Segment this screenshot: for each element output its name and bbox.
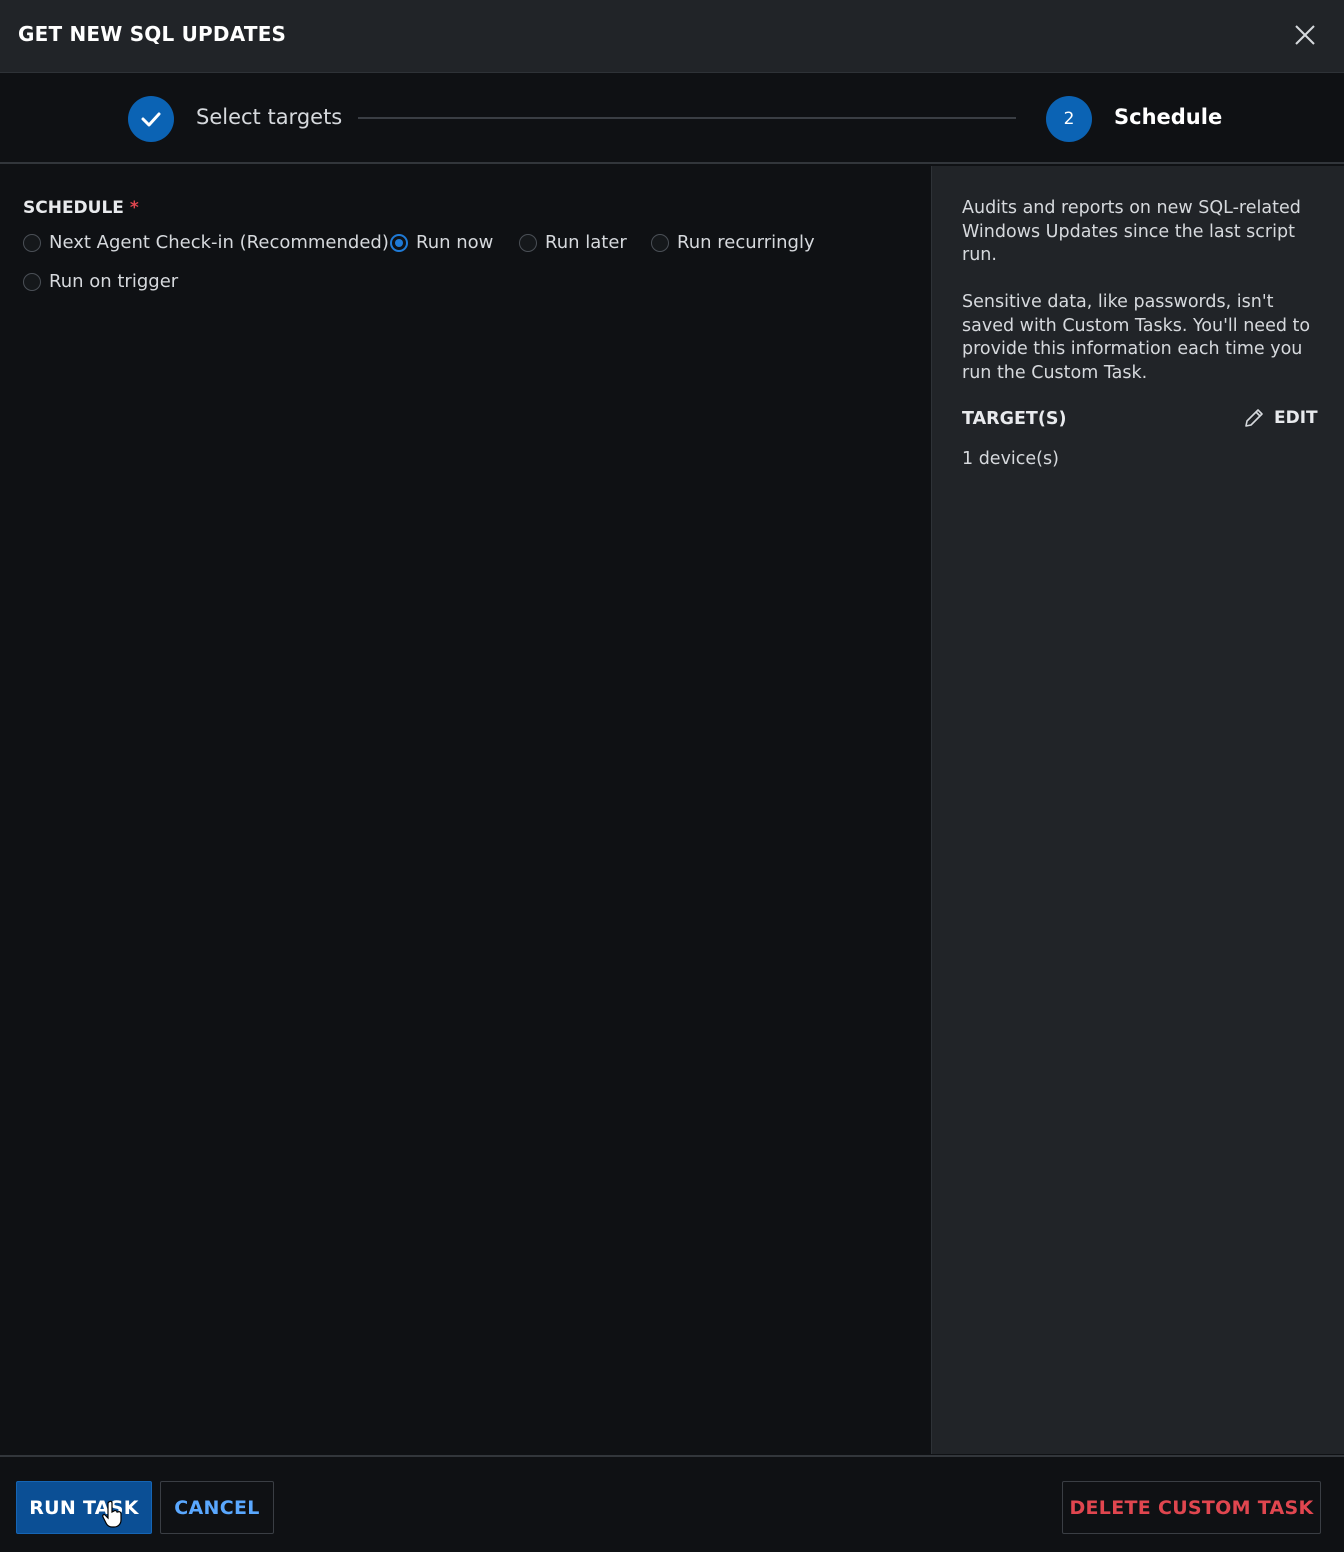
step-2-label: Schedule xyxy=(1114,105,1223,129)
pencil-icon xyxy=(1245,409,1263,427)
radio-run-recurringly[interactable]: Run recurringly xyxy=(651,232,815,253)
dialog-footer: RUN TASK CANCEL DELETE CUSTOM TASK xyxy=(0,1455,1344,1552)
step-2-number: 2 xyxy=(1046,96,1092,142)
step-1-completed[interactable] xyxy=(128,96,174,142)
radio-label: Run recurringly xyxy=(677,232,815,253)
radio-run-now[interactable]: Run now xyxy=(390,232,493,253)
radio-indicator xyxy=(519,233,537,252)
check-icon xyxy=(141,112,161,127)
cancel-button[interactable]: CANCEL xyxy=(160,1481,274,1534)
step-1-label[interactable]: Select targets xyxy=(196,105,342,129)
radio-indicator xyxy=(23,272,41,291)
get-new-sql-updates-dialog: GET NEW SQL UPDATES Select targets 2 Sch… xyxy=(0,0,1344,1552)
radio-indicator-checked xyxy=(390,233,408,252)
task-description: Audits and reports on new SQL-related Wi… xyxy=(962,198,1301,265)
schedule-panel: SCHEDULE * Next Agent Check-in (Recommend… xyxy=(0,166,931,1454)
edit-label: EDIT xyxy=(1274,408,1318,428)
dialog-title: GET NEW SQL UPDATES xyxy=(18,22,287,46)
targets-label: TARGET(S) xyxy=(962,409,1067,429)
delete-custom-task-button[interactable]: DELETE CUSTOM TASK xyxy=(1062,1481,1321,1534)
radio-run-on-trigger[interactable]: Run on trigger xyxy=(23,271,178,292)
required-marker: * xyxy=(129,198,139,218)
device-count: 1 device(s) xyxy=(962,449,1059,469)
schedule-label-text: SCHEDULE xyxy=(23,198,124,218)
task-info-panel: Audits and reports on new SQL-related Wi… xyxy=(931,166,1344,1454)
edit-targets-button[interactable]: EDIT xyxy=(1242,406,1318,430)
radio-next-agent-check-in[interactable]: Next Agent Check-in (Recommended) xyxy=(23,232,389,253)
sensitive-data-note: Sensitive data, like passwords, isn't sa… xyxy=(962,292,1311,383)
run-task-button[interactable]: RUN TASK xyxy=(16,1481,152,1534)
radio-label: Run on trigger xyxy=(49,271,179,292)
stepper-connector xyxy=(358,117,1016,119)
radio-run-later[interactable]: Run later xyxy=(519,232,627,253)
schedule-label: SCHEDULE * xyxy=(23,198,139,218)
radio-label: Next Agent Check-in (Recommended) xyxy=(49,232,389,253)
radio-label: Run later xyxy=(545,232,627,253)
radio-label: Run now xyxy=(416,232,494,253)
radio-indicator xyxy=(651,233,669,252)
close-icon xyxy=(1295,25,1315,45)
close-button[interactable] xyxy=(1290,20,1320,50)
dialog-header: GET NEW SQL UPDATES xyxy=(0,0,1344,73)
radio-indicator xyxy=(23,233,41,252)
stepper: Select targets 2 Schedule xyxy=(0,74,1344,164)
